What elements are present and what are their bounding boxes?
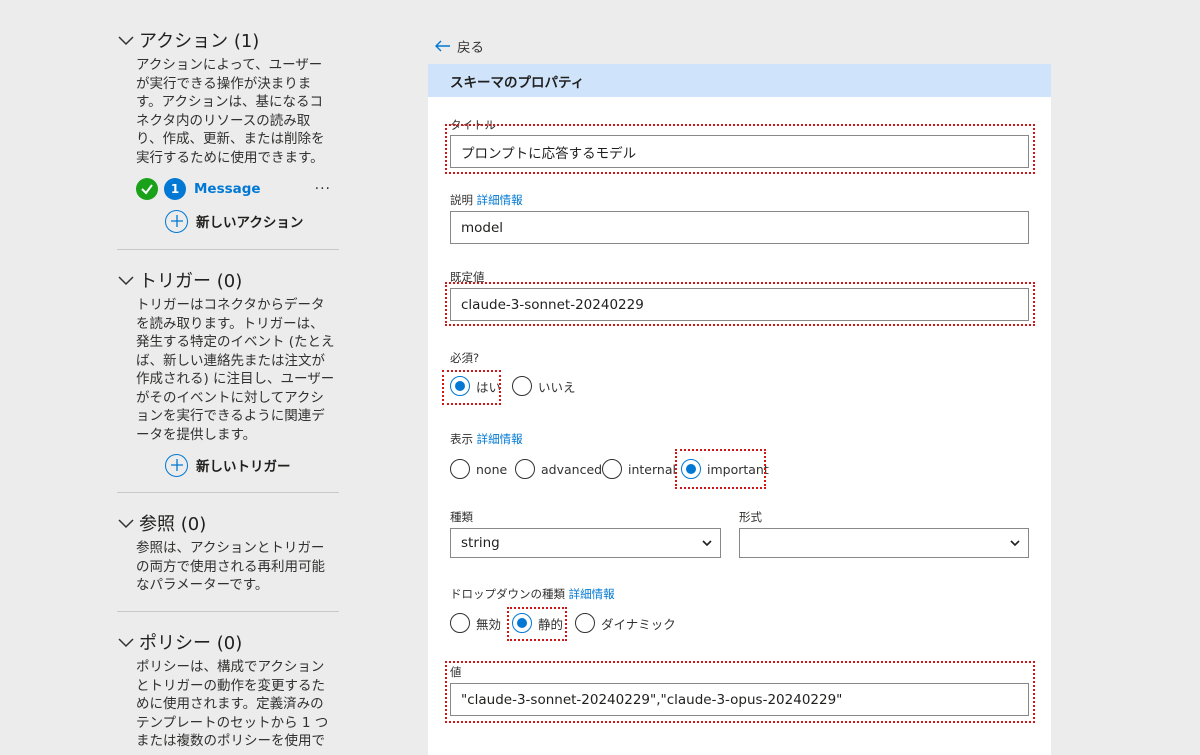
- check-icon: [136, 178, 158, 200]
- dropdown-dynamic-label: ダイナミック: [601, 616, 676, 632]
- radio-selected-icon: [450, 376, 470, 396]
- action-item-label[interactable]: Message: [194, 181, 315, 197]
- action-number-badge: 1: [164, 178, 186, 200]
- schema-properties-panel: スキーマのプロパティ タイトル プロンプトに応答するモデル 説明 詳細情報 mo…: [428, 64, 1051, 755]
- new-action-label: 新しいアクション: [196, 215, 304, 231]
- format-select[interactable]: [739, 528, 1029, 558]
- radio-unselected-icon: [512, 376, 532, 396]
- visibility-none-label: none: [476, 461, 508, 477]
- dropdown-static-radio[interactable]: 静的: [512, 613, 563, 633]
- default-value-input[interactable]: claude-3-sonnet-20240229: [450, 288, 1029, 321]
- action-item-message[interactable]: 1 Message ···: [136, 178, 339, 200]
- visibility-important-label: important: [707, 461, 769, 477]
- title-label: タイトル: [450, 118, 496, 132]
- more-options-icon[interactable]: ···: [315, 181, 331, 197]
- visibility-internal-radio[interactable]: internal: [602, 459, 676, 479]
- dropdown-static-label: 静的: [538, 616, 564, 632]
- actions-description: アクションによって、ユーザーが実行できる操作が決まります。アクションは、基になる…: [136, 57, 325, 166]
- dropdown-more-info-link[interactable]: 詳細情報: [569, 587, 615, 601]
- panel-title: スキーマのプロパティ: [428, 64, 1051, 97]
- actions-header[interactable]: アクション (1): [117, 28, 339, 52]
- radio-selected-icon: [681, 459, 701, 479]
- description-more-info-link[interactable]: 詳細情報: [477, 193, 523, 207]
- back-button[interactable]: 戻る: [435, 36, 484, 56]
- dropdown-type-label: ドロップダウンの種類 詳細情報: [450, 586, 615, 602]
- references-header[interactable]: 参照 (0): [117, 511, 339, 535]
- visibility-important-radio[interactable]: important: [681, 459, 769, 479]
- visibility-label-text: 表示: [450, 432, 473, 446]
- visibility-more-info-link[interactable]: 詳細情報: [477, 432, 523, 446]
- new-action-button[interactable]: 新しいアクション: [165, 209, 339, 233]
- policies-header[interactable]: ポリシー (0): [117, 630, 339, 654]
- chevron-down-icon: [702, 540, 712, 547]
- radio-unselected-icon: [575, 613, 595, 633]
- references-section: 参照 (0) 参照は、アクションとトリガーの両方で使用される再利用可能なパラメー…: [117, 493, 339, 612]
- arrow-left-icon: [435, 40, 450, 52]
- values-label: 値: [450, 665, 462, 679]
- triggers-section: トリガー (0) トリガーはコネクタからデータを読み取ります。トリガーは、発生す…: [117, 250, 339, 493]
- title-input[interactable]: プロンプトに応答するモデル: [450, 135, 1029, 168]
- visibility-label: 表示 詳細情報: [450, 431, 523, 447]
- references-title: 参照 (0): [139, 514, 207, 535]
- type-label: 種類: [450, 510, 473, 524]
- triggers-description: トリガーはコネクタからデータを読み取ります。トリガーは、発生する特定のイベント …: [136, 297, 335, 443]
- dropdown-dynamic-radio[interactable]: ダイナミック: [575, 613, 676, 633]
- chevron-down-icon: [1010, 540, 1020, 547]
- policies-section: ポリシー (0) ポリシーは、構成でアクションとトリガーの動作を変更するために使…: [117, 612, 339, 751]
- triggers-title: トリガー (0): [139, 271, 243, 292]
- type-select[interactable]: string: [450, 528, 721, 558]
- back-label: 戻る: [457, 40, 484, 56]
- plus-icon: [165, 209, 188, 233]
- visibility-advanced-radio[interactable]: advanced: [515, 459, 602, 479]
- policies-description: ポリシーは、構成でアクションとトリガーの動作を変更するために使用されます。定義済…: [136, 659, 329, 749]
- radio-selected-icon: [512, 613, 532, 633]
- description-label-text: 説明: [450, 193, 473, 207]
- plus-icon: [165, 453, 188, 477]
- actions-title: アクション (1): [139, 31, 260, 52]
- description-input[interactable]: model: [450, 211, 1029, 244]
- new-trigger-label: 新しいトリガー: [196, 459, 291, 475]
- values-input[interactable]: "claude-3-sonnet-20240229","claude-3-opu…: [450, 683, 1029, 716]
- triggers-header[interactable]: トリガー (0): [117, 268, 339, 292]
- dropdown-disabled-radio[interactable]: 無効: [450, 613, 501, 633]
- chevron-down-icon: [118, 36, 134, 46]
- references-description: 参照は、アクションとトリガーの両方で使用される再利用可能なパラメーターです。: [136, 540, 325, 593]
- default-value-label: 既定値: [450, 270, 485, 284]
- format-label: 形式: [739, 510, 762, 524]
- visibility-internal-label: internal: [628, 461, 676, 477]
- chevron-down-icon: [118, 276, 134, 286]
- required-no-radio[interactable]: いいえ: [512, 376, 576, 396]
- required-label: 必須?: [450, 351, 480, 365]
- radio-unselected-icon: [450, 613, 470, 633]
- chevron-down-icon: [118, 638, 134, 648]
- new-trigger-button[interactable]: 新しいトリガー: [165, 453, 339, 477]
- dropdown-disabled-label: 無効: [476, 616, 502, 632]
- sidebar: アクション (1) アクションによって、ユーザーが実行できる操作が決まります。ア…: [117, 0, 339, 751]
- radio-unselected-icon: [450, 459, 470, 479]
- required-yes-radio[interactable]: はい: [450, 376, 501, 396]
- chevron-down-icon: [118, 519, 134, 529]
- description-label: 説明 詳細情報: [450, 192, 523, 208]
- radio-unselected-icon: [602, 459, 622, 479]
- required-no-label: いいえ: [538, 379, 576, 395]
- type-select-value: string: [461, 535, 500, 551]
- dropdown-type-label-text: ドロップダウンの種類: [450, 587, 565, 601]
- visibility-advanced-label: advanced: [541, 461, 603, 477]
- actions-section: アクション (1) アクションによって、ユーザーが実行できる操作が決まります。ア…: [117, 0, 339, 250]
- policies-title: ポリシー (0): [139, 633, 243, 654]
- radio-unselected-icon: [515, 459, 535, 479]
- required-yes-label: はい: [476, 379, 502, 395]
- visibility-none-radio[interactable]: none: [450, 459, 507, 479]
